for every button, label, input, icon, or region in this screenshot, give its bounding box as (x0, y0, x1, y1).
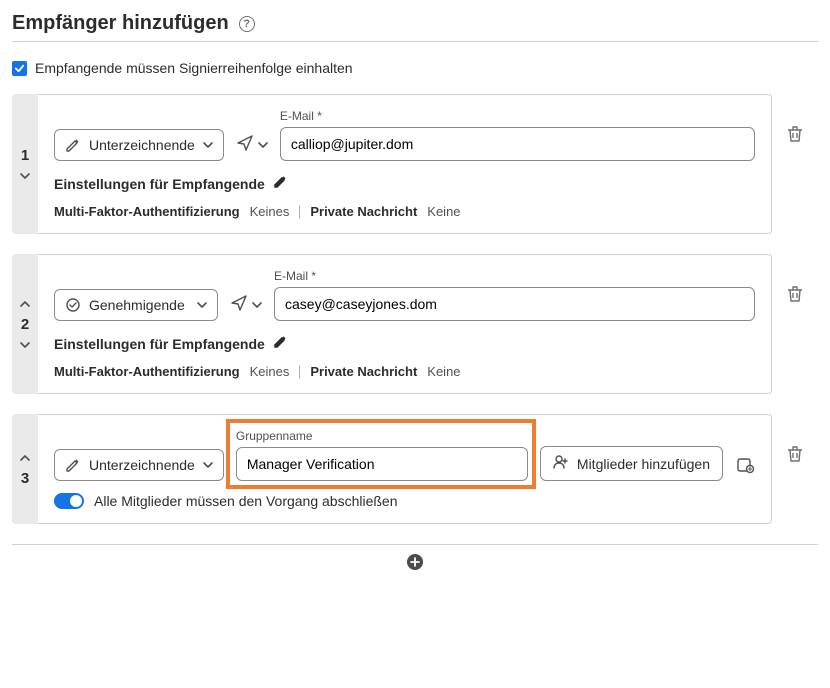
recipient-card: Unterzeichnende E-Mail * Einstellung (38, 94, 772, 234)
add-members-button[interactable]: Mitglieder hinzufügen (540, 446, 723, 481)
role-dropdown[interactable]: Genehmigende (54, 289, 218, 321)
send-icon (236, 134, 254, 155)
add-user-icon (553, 454, 569, 473)
meta-separator (299, 205, 300, 219)
chevron-down-icon (203, 137, 213, 153)
group-name-label: Gruppenname (236, 429, 528, 443)
role-dropdown[interactable]: Unterzeichnende (54, 449, 224, 481)
recipient-meta: Multi-Faktor-Authentifizierung Keines Pr… (54, 204, 755, 219)
order-number: 3 (21, 470, 29, 487)
approver-icon (65, 297, 81, 313)
private-msg-label: Private Nachricht (310, 364, 417, 379)
email-field-wrap: E-Mail * (274, 269, 755, 321)
mfa-value: Keines (250, 204, 290, 219)
private-msg-label: Private Nachricht (310, 204, 417, 219)
title-divider (12, 41, 818, 42)
chevron-down-icon (258, 137, 268, 153)
move-up-icon[interactable] (19, 452, 31, 464)
email-field-wrap: E-Mail * (280, 109, 755, 161)
mfa-label: Multi-Faktor-Authentifizierung (54, 204, 240, 219)
delete-recipient-button[interactable] (785, 124, 805, 147)
recipient-settings-row[interactable]: Einstellungen für Empfangende (54, 335, 755, 352)
email-input[interactable] (274, 287, 755, 321)
mfa-label: Multi-Faktor-Authentifizierung (54, 364, 240, 379)
send-icon (230, 294, 248, 315)
chevron-down-icon (203, 457, 213, 473)
recipient-block-1: 1 Unterzeichnende (12, 94, 818, 234)
move-down-icon[interactable] (19, 339, 31, 351)
order-handle[interactable]: 3 (12, 414, 38, 524)
delivery-method-dropdown[interactable] (230, 294, 262, 321)
private-msg-value: Keine (427, 204, 460, 219)
role-label: Unterzeichnende (89, 457, 195, 473)
bottom-divider (12, 544, 818, 545)
page-title: Empfänger hinzufügen ? (12, 12, 818, 35)
group-settings-icon[interactable] (735, 455, 755, 481)
edit-icon[interactable] (273, 335, 287, 352)
delete-recipient-button[interactable] (785, 444, 805, 467)
recipient-settings-row[interactable]: Einstellungen für Empfangende (54, 175, 755, 192)
recipient-block-2: 2 Genehmigende (12, 254, 818, 394)
chevron-down-icon (252, 297, 262, 313)
delete-recipient-button[interactable] (785, 284, 805, 307)
email-label: E-Mail * (274, 269, 755, 283)
role-label: Genehmigende (89, 297, 185, 313)
edit-icon[interactable] (273, 175, 287, 192)
all-members-toggle-row[interactable]: Alle Mitglieder müssen den Vorgang absch… (54, 493, 755, 509)
group-name-input[interactable] (236, 447, 528, 481)
all-members-toggle-label: Alle Mitglieder müssen den Vorgang absch… (94, 493, 398, 509)
recipient-meta: Multi-Faktor-Authentifizierung Keines Pr… (54, 364, 755, 379)
add-members-label: Mitglieder hinzufügen (577, 456, 710, 472)
page-title-text: Empfänger hinzufügen (12, 12, 229, 35)
recipient-settings-label: Einstellungen für Empfangende (54, 176, 265, 192)
order-number: 1 (21, 147, 29, 164)
chevron-down-icon (197, 297, 207, 313)
signing-order-checkbox-row[interactable]: Empfangende müssen Signierreihenfolge ei… (12, 60, 818, 76)
recipient-card: Genehmigende E-Mail * Einstellungen (38, 254, 772, 394)
all-members-toggle[interactable] (54, 493, 84, 509)
delivery-method-dropdown[interactable] (236, 134, 268, 161)
meta-separator (299, 365, 300, 379)
order-handle[interactable]: 1 (12, 94, 38, 234)
signing-order-label: Empfangende müssen Signierreihenfolge ei… (35, 60, 353, 76)
recipient-group-card: Unterzeichnende Gruppenname Mitglieder h… (38, 414, 772, 524)
move-down-icon[interactable] (19, 170, 31, 182)
help-icon[interactable]: ? (239, 16, 255, 32)
private-msg-value: Keine (427, 364, 460, 379)
email-label: E-Mail * (280, 109, 755, 123)
role-label: Unterzeichnende (89, 137, 195, 153)
role-dropdown[interactable]: Unterzeichnende (54, 129, 224, 161)
order-number: 2 (21, 316, 29, 333)
add-recipient-button[interactable] (12, 553, 818, 571)
order-handle[interactable]: 2 (12, 254, 38, 394)
recipient-settings-label: Einstellungen für Empfangende (54, 336, 265, 352)
signing-order-checkbox[interactable] (12, 61, 27, 76)
email-input[interactable] (280, 127, 755, 161)
signer-icon (65, 457, 81, 473)
mfa-value: Keines (250, 364, 290, 379)
recipient-group-block: 3 Unterzeichnende Gruppenname (12, 414, 818, 524)
group-name-field-wrap: Gruppenname (236, 429, 528, 481)
signer-icon (65, 137, 81, 153)
move-up-icon[interactable] (19, 298, 31, 310)
